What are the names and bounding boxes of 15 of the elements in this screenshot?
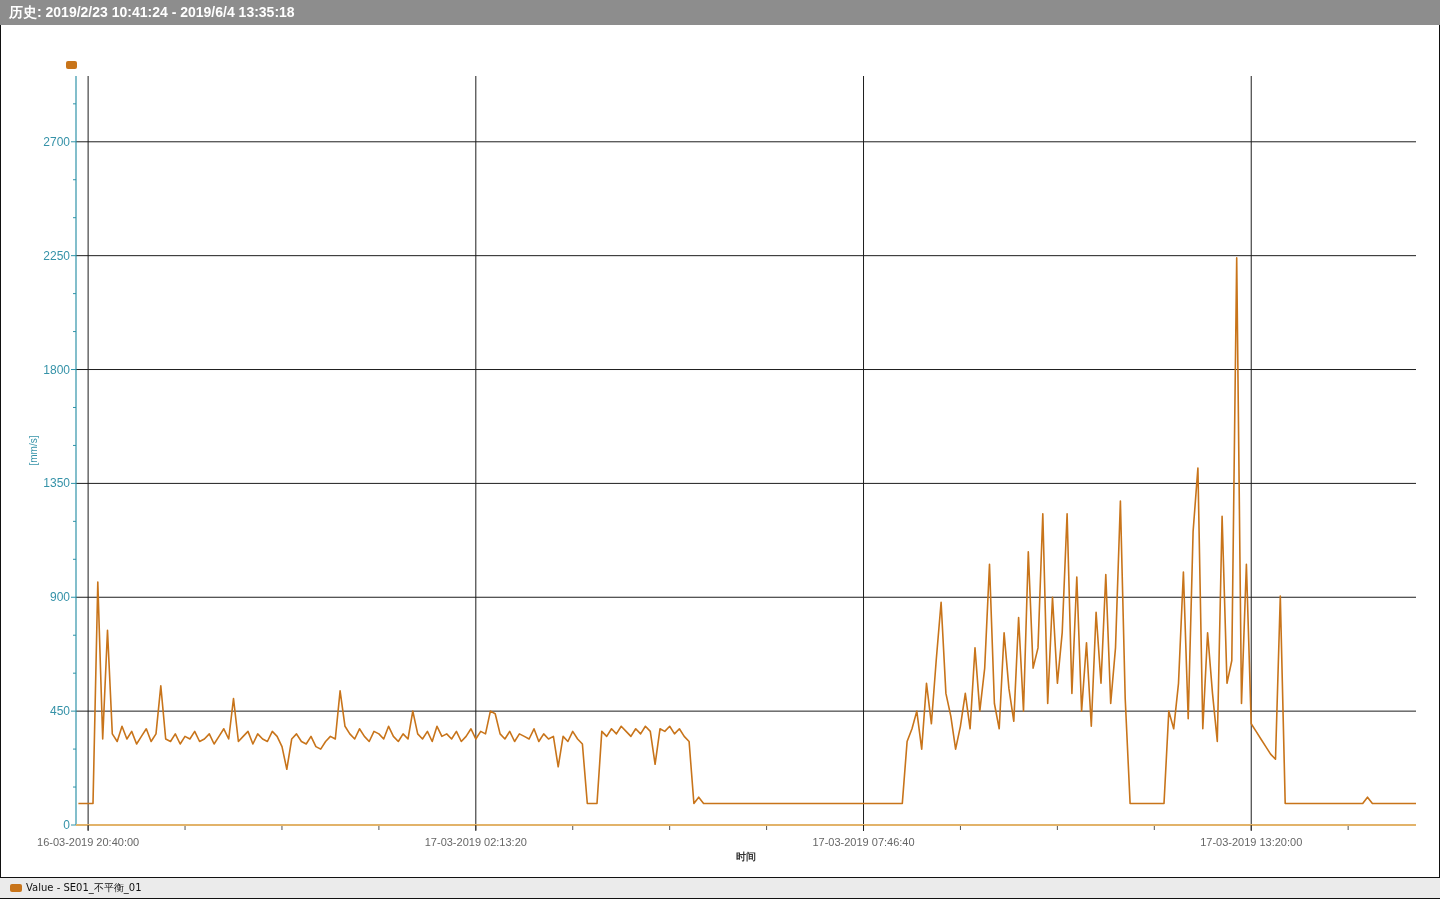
y-tick-label: 0 (63, 818, 70, 832)
y-tick-label: 900 (49, 590, 70, 605)
y-tick-label: 1800 (43, 362, 70, 377)
x-tick-label: 17-03-2019 07:46:40 (812, 836, 915, 848)
x-tick-label: 17-03-2019 13:20:00 (1200, 836, 1303, 848)
y-tick-label: 450 (49, 704, 70, 719)
x-tick-label: 16-03-2019 20:40:00 (37, 836, 140, 848)
x-axis-title: 时间 (736, 851, 756, 862)
y-tick-label: 2250 (43, 248, 70, 263)
legend-label: Value - SE01_不平衡_01 (26, 881, 142, 895)
y-axis-title: [mm/s] (28, 435, 39, 466)
y-tick-label: 1350 (43, 476, 70, 491)
x-tick-label: 17-03-2019 02:13:20 (424, 836, 527, 848)
y-tick-label: 2700 (43, 134, 70, 149)
window-title: 历史: 2019/2/23 10:41:24 - 2019/6/4 13:35:18 (9, 3, 295, 22)
